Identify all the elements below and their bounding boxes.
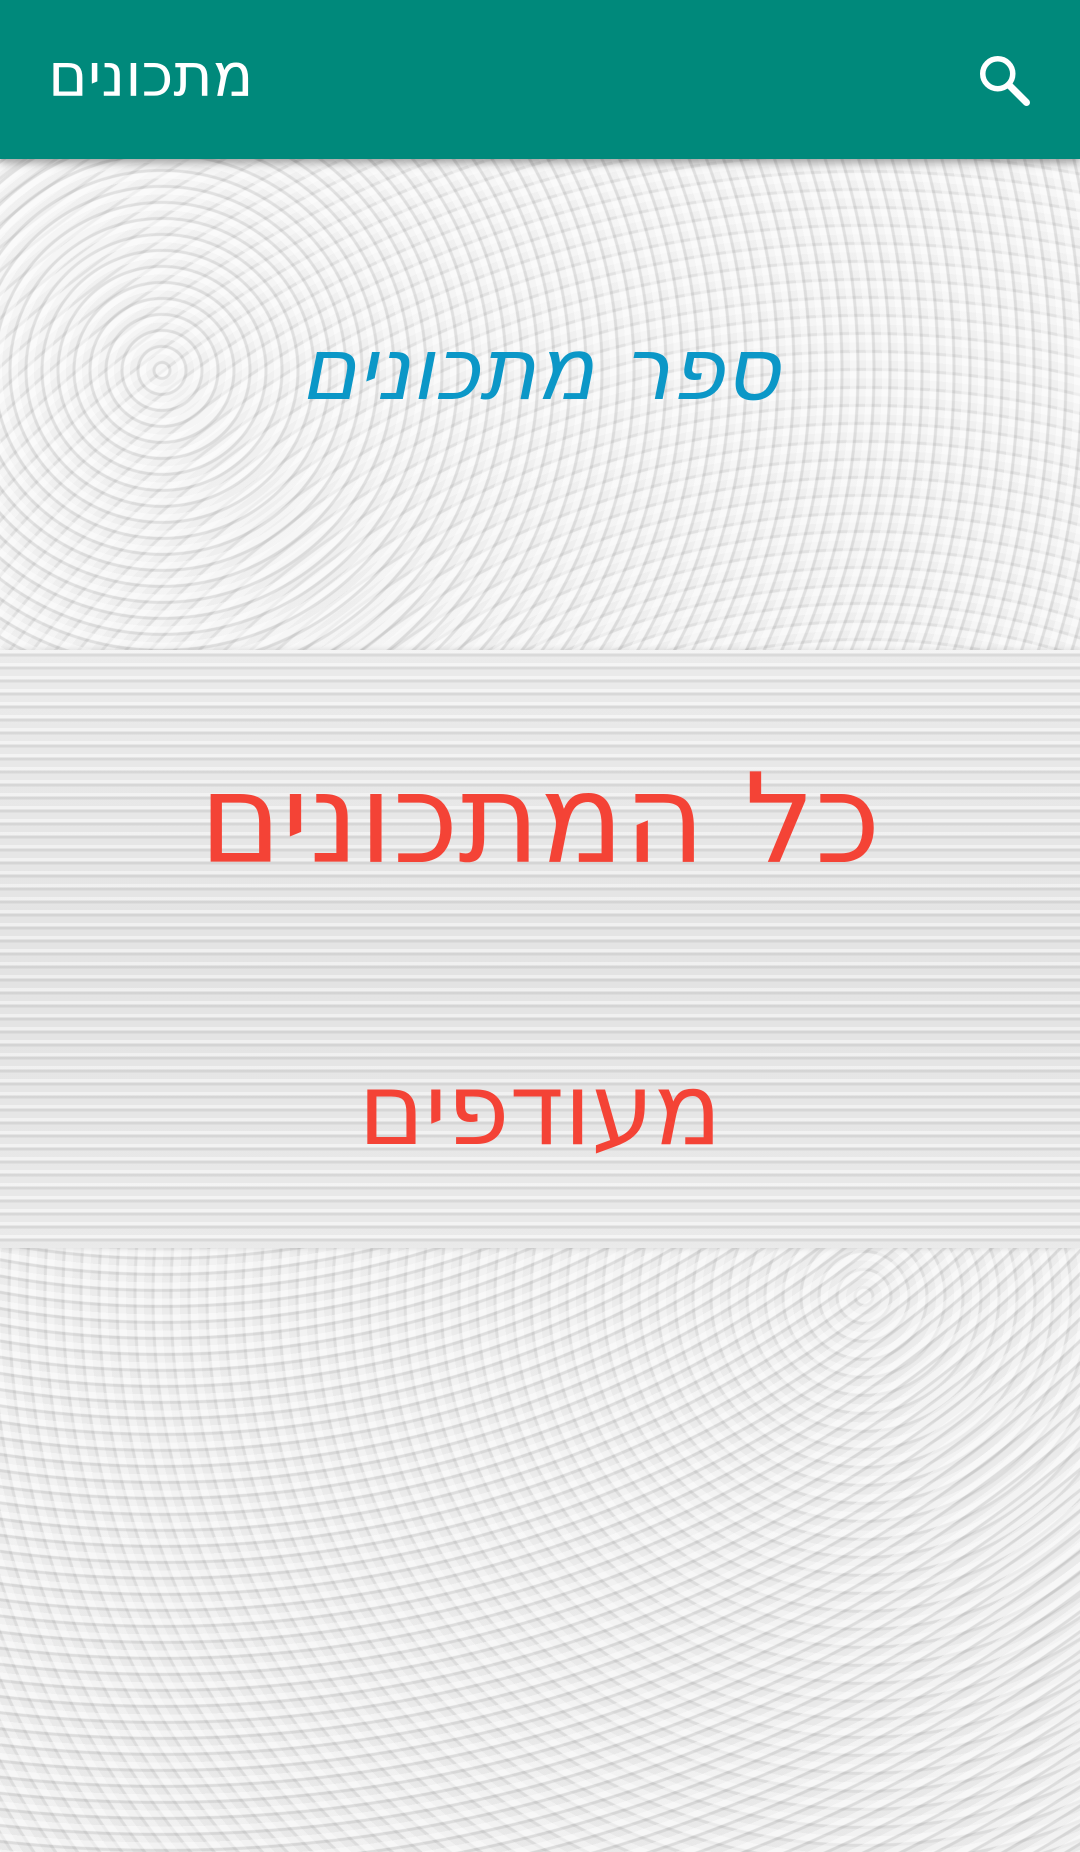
favorites-button[interactable]: מעודפים (0, 1050, 1080, 1170)
app-title: מתכונים (48, 41, 254, 111)
main-menu: כל המתכונים מעודפים (0, 650, 1080, 1248)
search-button[interactable] (966, 42, 1042, 118)
all-recipes-button[interactable]: כל המתכונים (0, 745, 1080, 895)
page-title: ספר מתכונים (300, 320, 780, 420)
app-bar: מתכונים (0, 0, 1080, 159)
search-icon (980, 56, 1030, 106)
